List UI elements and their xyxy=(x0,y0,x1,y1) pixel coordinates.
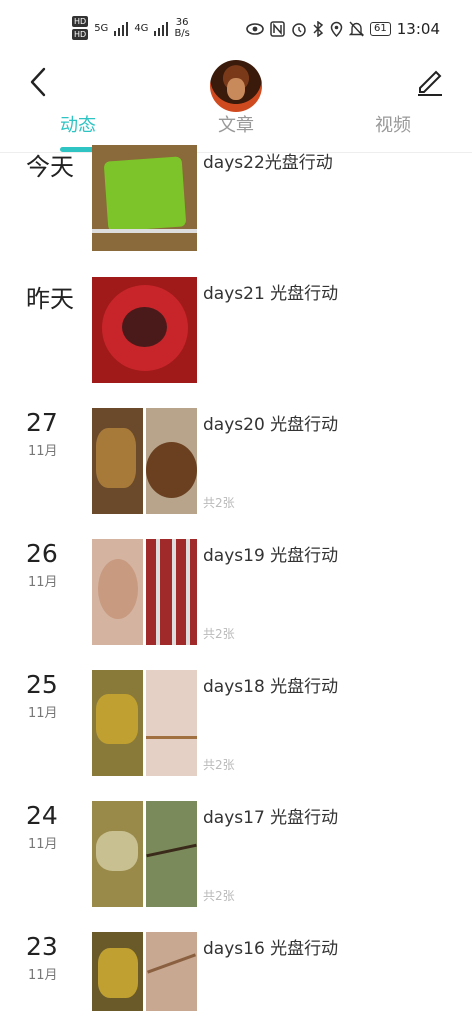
date-day: 23 xyxy=(26,932,58,961)
list-item[interactable]: 25 11月 days18 光盘行动 共2张 xyxy=(0,670,472,776)
date-label: 昨天 xyxy=(26,285,74,313)
list-item[interactable]: 24 11月 days17 光盘行动 共2张 xyxy=(0,801,472,907)
tab-articles[interactable]: 文章 xyxy=(218,111,254,137)
post-image[interactable] xyxy=(92,539,143,645)
edit-button[interactable] xyxy=(414,64,446,98)
status-left: HD HD 5G 4G 36 B/s xyxy=(72,16,190,40)
entry-title: days22光盘行动 xyxy=(203,153,333,173)
network-speed-unit: B/s xyxy=(174,28,190,39)
hd-indicators: HD HD xyxy=(72,16,89,40)
tab-dynamics[interactable]: 动态 xyxy=(60,111,96,137)
image-count: 共2张 xyxy=(203,758,235,772)
date-day: 26 xyxy=(26,539,58,568)
signal-icon-2 xyxy=(154,20,169,36)
date-month: 11月 xyxy=(28,968,58,983)
network-speed: 36 B/s xyxy=(174,17,189,39)
entry-title: days17 光盘行动 xyxy=(203,808,339,828)
mute-bell-icon xyxy=(349,21,365,37)
status-bar: HD HD 5G 4G 36 B/s 61 13:04 xyxy=(0,0,472,60)
post-image[interactable] xyxy=(92,801,143,907)
entry-title: days19 光盘行动 xyxy=(203,546,339,566)
post-image[interactable] xyxy=(146,408,197,514)
date-month: 11月 xyxy=(28,575,58,590)
signal-icon-1 xyxy=(114,20,129,36)
entry-title: days18 光盘行动 xyxy=(203,677,339,697)
post-image[interactable] xyxy=(92,670,143,776)
nfc-icon xyxy=(270,21,285,37)
post-image[interactable] xyxy=(146,670,197,776)
date-day: 24 xyxy=(26,801,58,830)
post-image[interactable] xyxy=(92,932,143,1011)
hd-badge-1: HD xyxy=(72,16,89,27)
location-icon xyxy=(330,21,343,37)
battery-indicator: 61 xyxy=(370,22,391,36)
post-image[interactable] xyxy=(92,277,197,383)
chevron-left-icon xyxy=(30,67,46,97)
date-day: 25 xyxy=(26,670,58,699)
post-image[interactable] xyxy=(146,539,197,645)
list-item[interactable]: 26 11月 days19 光盘行动 共2张 xyxy=(0,539,472,645)
pencil-icon xyxy=(418,70,442,96)
date-label: 今天 xyxy=(26,153,74,181)
image-count: 共2张 xyxy=(203,889,235,903)
network-speed-value: 36 xyxy=(175,17,189,28)
status-right: 61 13:04 xyxy=(246,20,440,38)
status-time: 13:04 xyxy=(396,20,440,38)
date-month: 11月 xyxy=(28,444,58,459)
header: 动态 文章 视频 xyxy=(0,60,472,153)
list-item[interactable]: 昨天 days21 光盘行动 xyxy=(0,277,472,383)
tab-videos[interactable]: 视频 xyxy=(375,111,411,137)
list-item[interactable]: 23 11月 days16 光盘行动 xyxy=(0,932,472,1011)
date-month: 11月 xyxy=(28,706,58,721)
image-count: 共2张 xyxy=(203,627,235,641)
list-item[interactable]: 今天 days22光盘行动 xyxy=(0,145,472,251)
date-month: 11月 xyxy=(28,837,58,852)
back-button[interactable] xyxy=(24,64,54,100)
avatar[interactable] xyxy=(210,60,262,112)
eye-icon xyxy=(246,23,264,35)
hd-badge-2: HD xyxy=(72,29,89,40)
network-type-1: 5G xyxy=(94,22,109,34)
date-day: 27 xyxy=(26,408,58,437)
post-image[interactable] xyxy=(92,145,197,251)
post-image[interactable] xyxy=(146,932,197,1011)
post-image[interactable] xyxy=(92,408,143,514)
image-count: 共2张 xyxy=(203,496,235,510)
post-image[interactable] xyxy=(146,801,197,907)
alarm-icon xyxy=(292,23,306,37)
entry-title: days20 光盘行动 xyxy=(203,415,339,435)
bluetooth-icon xyxy=(313,21,324,37)
network-type-2: 4G xyxy=(134,22,149,34)
entry-title: days16 光盘行动 xyxy=(203,939,339,959)
list-item[interactable]: 27 11月 days20 光盘行动 共2张 xyxy=(0,408,472,514)
entry-title: days21 光盘行动 xyxy=(203,284,339,304)
